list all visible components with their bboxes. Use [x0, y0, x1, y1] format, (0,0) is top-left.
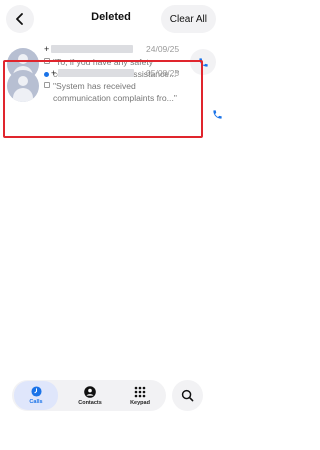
nav-contacts[interactable]: Contacts — [68, 381, 112, 410]
person-icon — [84, 385, 96, 398]
call-date: 05/08/25 — [146, 68, 180, 78]
nav-calls-label: Calls — [29, 399, 43, 405]
redacted-number — [58, 69, 134, 77]
transcript-snippet: "System has received communication compl… — [53, 81, 177, 103]
clear-all-button[interactable]: Clear All — [160, 5, 216, 33]
voicemail-icon — [44, 82, 50, 88]
header-bar: Deleted Clear All — [0, 0, 222, 38]
nav-keypad[interactable]: Keypad — [118, 381, 162, 410]
nav-calls[interactable]: Calls — [14, 381, 58, 410]
search-button[interactable] — [172, 380, 203, 411]
phone-icon — [212, 109, 222, 119]
clock-icon — [30, 386, 42, 397]
avatar — [7, 70, 39, 102]
phone-number: + — [44, 44, 50, 54]
call-list-item[interactable]: + 05/08/25 "System has received communic… — [0, 64, 222, 120]
nav-contacts-label: Contacts — [78, 399, 102, 406]
unread-dot — [44, 72, 49, 77]
bottom-nav: Calls Contacts Keypad — [12, 380, 166, 411]
nav-keypad-label: Keypad — [130, 399, 150, 406]
phone-number: + — [51, 68, 57, 78]
redacted-number — [51, 45, 133, 53]
call-back-button[interactable] — [204, 101, 230, 127]
search-icon — [181, 389, 194, 402]
keypad-icon — [134, 386, 146, 397]
call-date: 24/09/25 — [146, 44, 180, 54]
